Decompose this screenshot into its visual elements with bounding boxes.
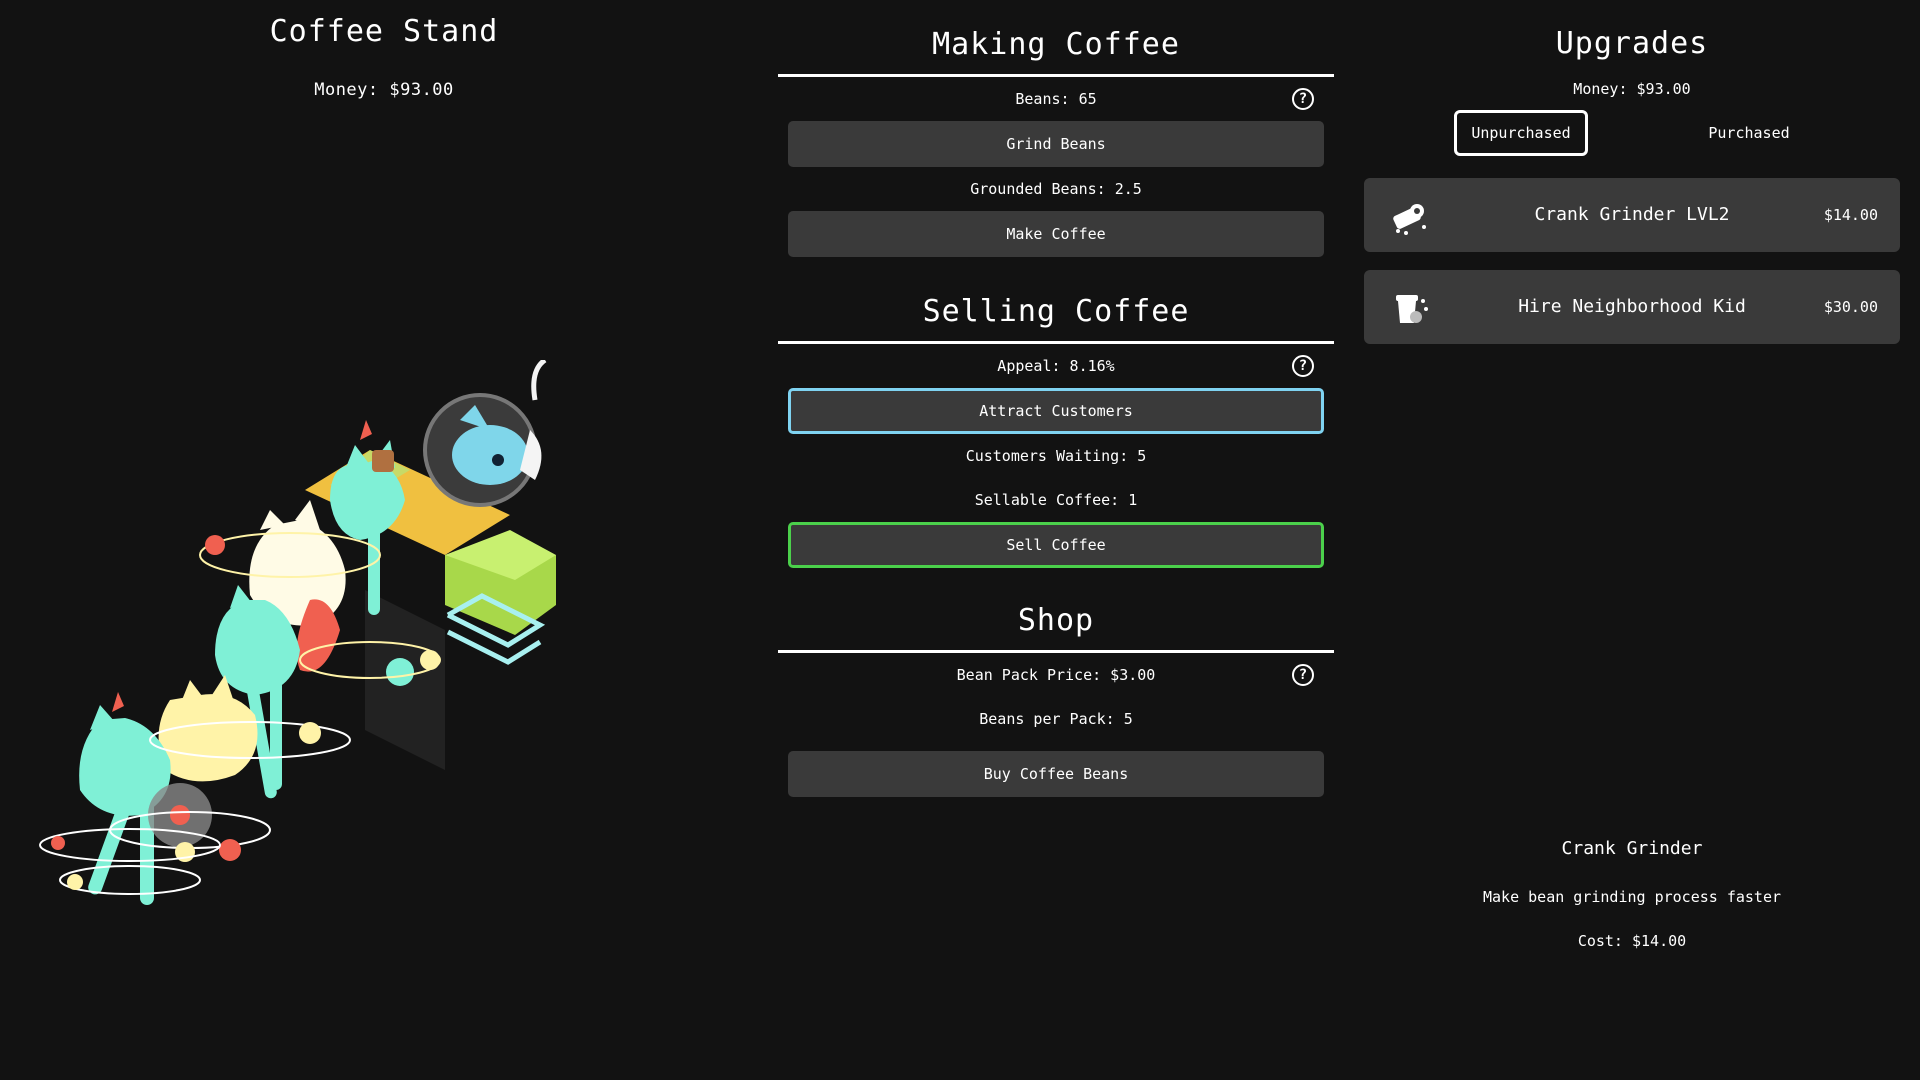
upgrades-money: Money: $93.00: [1573, 80, 1691, 98]
beans-count-label: Beans: 65: [1015, 90, 1097, 108]
tab-unpurchased[interactable]: Unpurchased: [1454, 110, 1588, 156]
help-icon[interactable]: ?: [1292, 664, 1314, 686]
help-icon[interactable]: ?: [1292, 355, 1314, 377]
upgrade-detail-cost: Cost: $14.00: [1577, 932, 1687, 950]
coffee-cup: [372, 450, 394, 472]
bean-pack-price: Bean Pack Price: $3.00 ?: [778, 653, 1334, 697]
upgrades-title: Upgrades: [1555, 26, 1709, 61]
appeal-stat: Appeal: 8.16% ?: [778, 344, 1334, 388]
upgrade-price: $30.00: [1823, 298, 1878, 316]
cat-yellow: [158, 694, 258, 782]
actions-panel: Making Coffee Beans: 65 ? Grind Beans Gr…: [778, 0, 1334, 797]
upgrade-item-hire-kid[interactable]: Hire Neighborhood Kid $30.00: [1364, 270, 1900, 344]
mouse-head: [452, 425, 528, 485]
upgrades-panel: Upgrades Money: $93.00 Unpurchased Purch…: [1364, 0, 1900, 950]
grounded-beans: Grounded Beans: 2.5: [970, 180, 1142, 198]
shop-title: Shop: [1017, 603, 1095, 638]
beans-count: Beans: 65 ?: [778, 77, 1334, 121]
stand-title: Coffee Stand: [269, 14, 499, 49]
customers-waiting: Customers Waiting: 5: [965, 447, 1147, 465]
upgrade-detail-title: Crank Grinder: [1561, 838, 1703, 859]
buy-coffee-beans-button[interactable]: Buy Coffee Beans: [788, 751, 1324, 797]
making-coffee-title: Making Coffee: [932, 27, 1180, 62]
sell-coffee-button[interactable]: Sell Coffee: [788, 522, 1324, 568]
tab-purchased[interactable]: Purchased: [1682, 110, 1816, 156]
help-icon[interactable]: ?: [1292, 88, 1314, 110]
upgrade-detail-description: Make bean grinding process faster: [1482, 888, 1781, 906]
grind-beans-button[interactable]: Grind Beans: [788, 121, 1324, 167]
sellable-coffee: Sellable Coffee: 1: [974, 491, 1138, 509]
upgrade-tabs: Unpurchased Purchased: [1364, 110, 1900, 160]
appeal-label: Appeal: 8.16%: [997, 357, 1115, 375]
upgrade-price: $14.00: [1823, 206, 1878, 224]
make-coffee-button[interactable]: Make Coffee: [788, 211, 1324, 257]
upgrade-name: Crank Grinder LVL2: [1534, 204, 1730, 225]
beans-per-pack: Beans per Pack: 5: [979, 710, 1133, 728]
attract-customers-button[interactable]: Attract Customers: [788, 388, 1324, 434]
selling-coffee-title: Selling Coffee: [922, 294, 1190, 329]
stand-money: Money: $93.00: [314, 80, 454, 100]
coffee-stand-illustration: [39, 360, 556, 905]
upgrade-item-crank-grinder[interactable]: Crank Grinder LVL2 $14.00: [1364, 178, 1900, 252]
coffee-stand-panel: Coffee Stand Money: $93.00: [0, 0, 768, 1080]
upgrade-name: Hire Neighborhood Kid: [1518, 296, 1746, 317]
bean-pack-price-label: Bean Pack Price: $3.00: [956, 666, 1156, 684]
